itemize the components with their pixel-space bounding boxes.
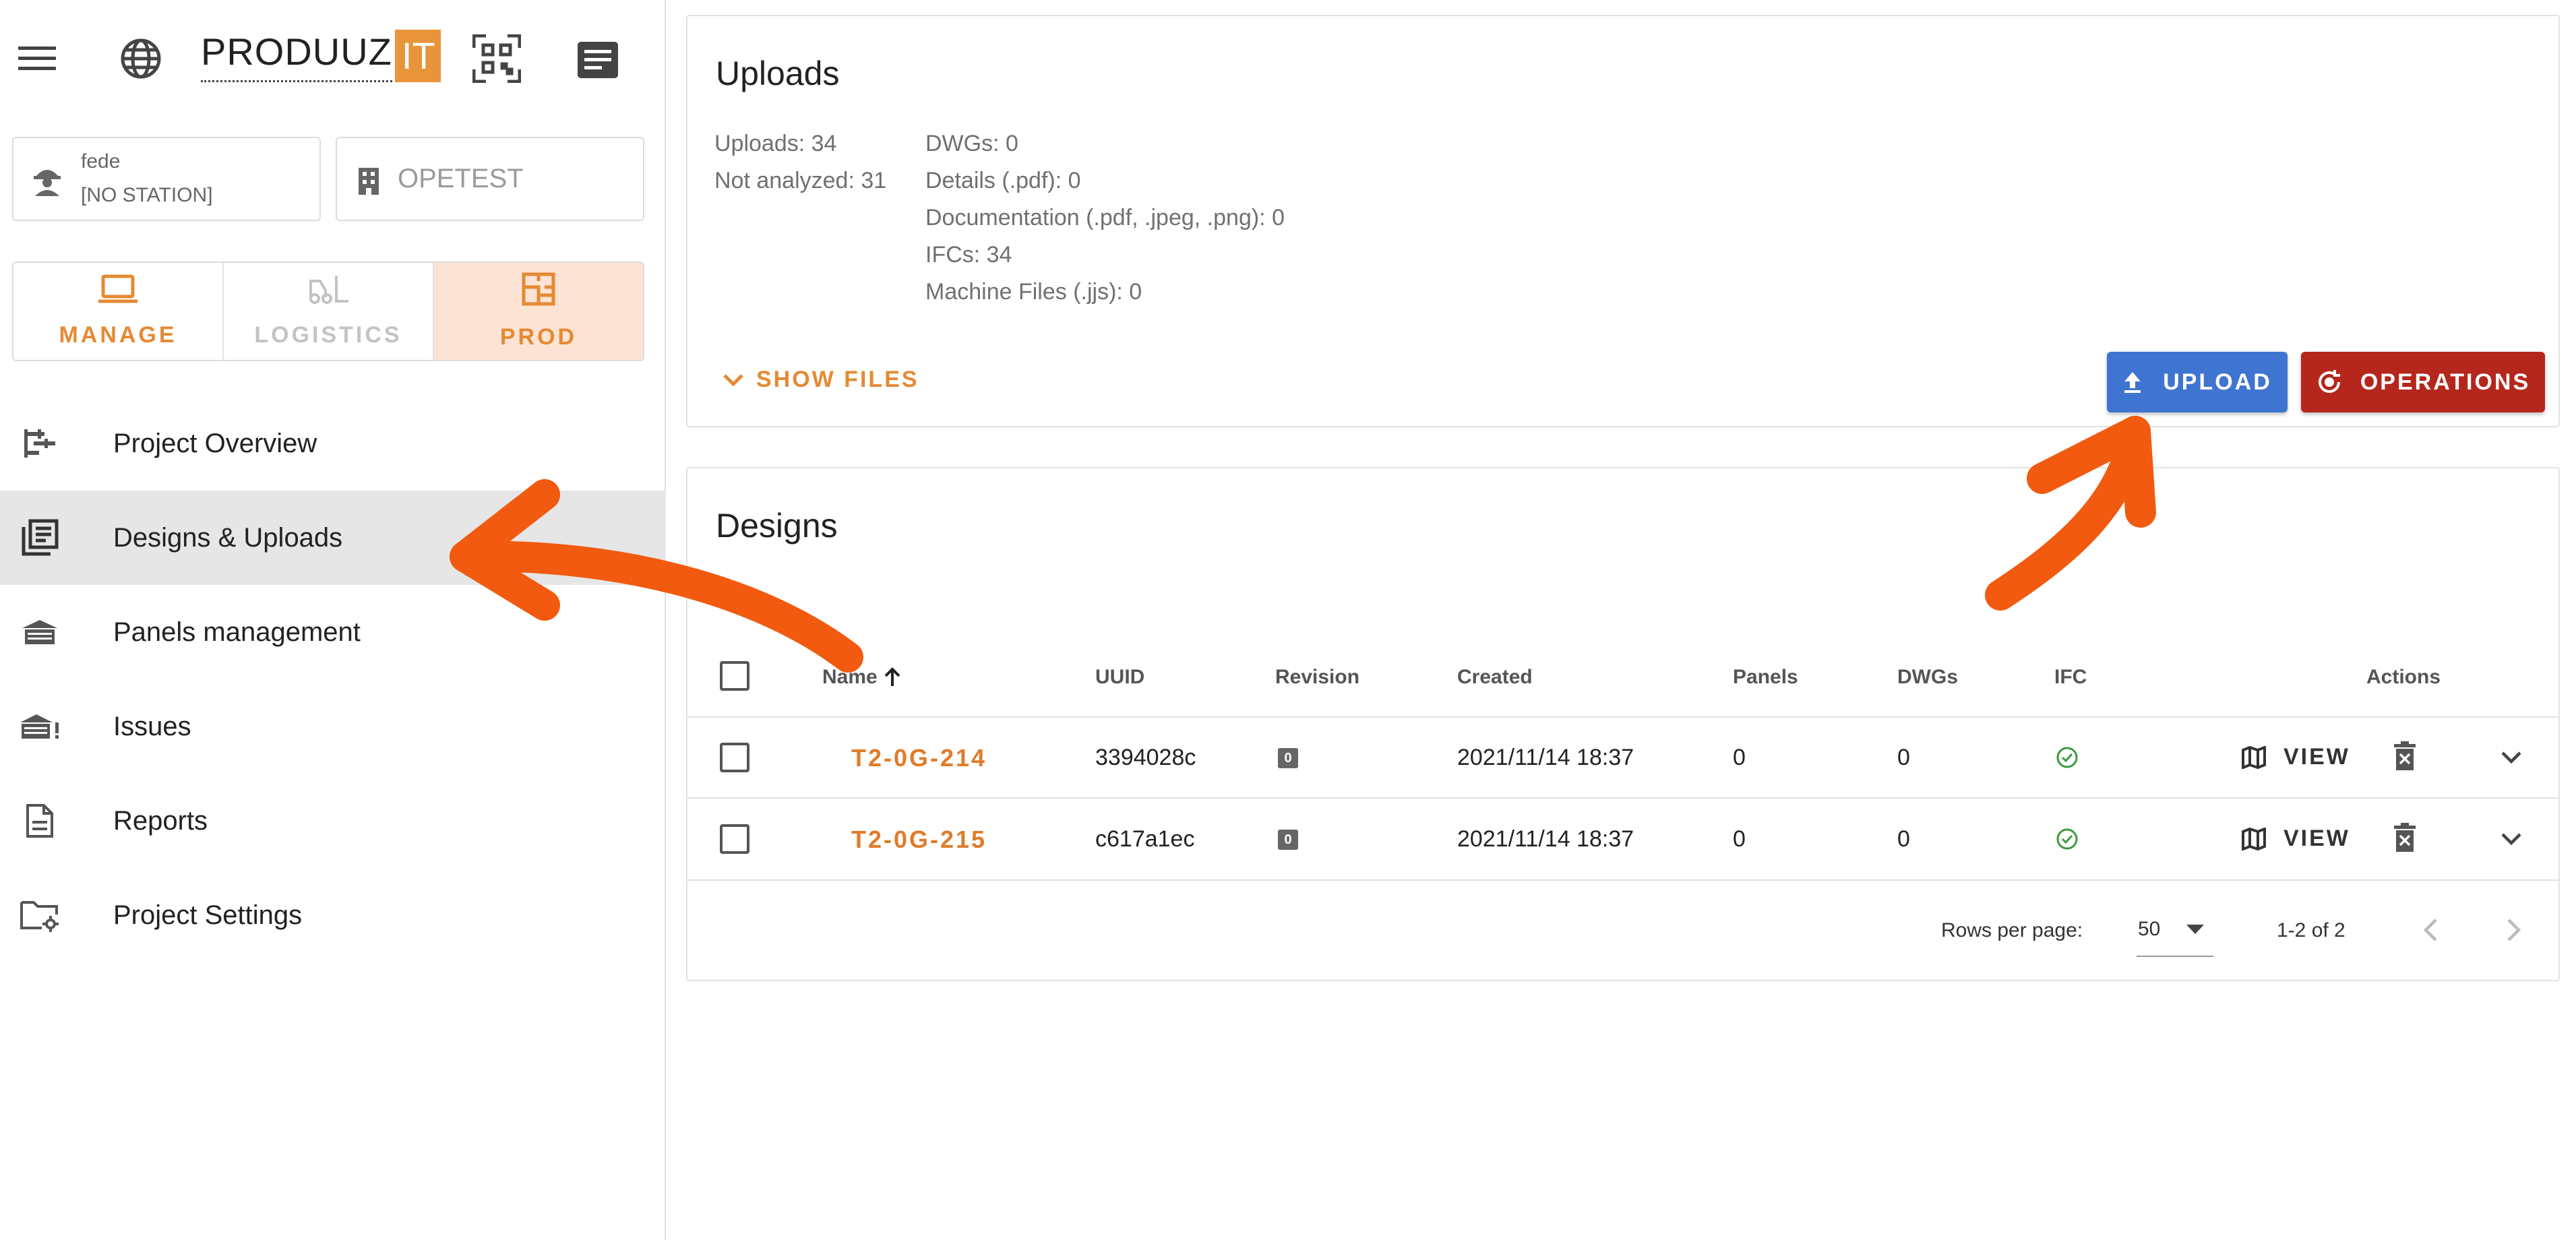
annotation-arrows <box>450 416 2156 673</box>
arrow-to-designs-icon <box>450 479 863 673</box>
arrow-to-upload-icon <box>1985 416 2156 611</box>
